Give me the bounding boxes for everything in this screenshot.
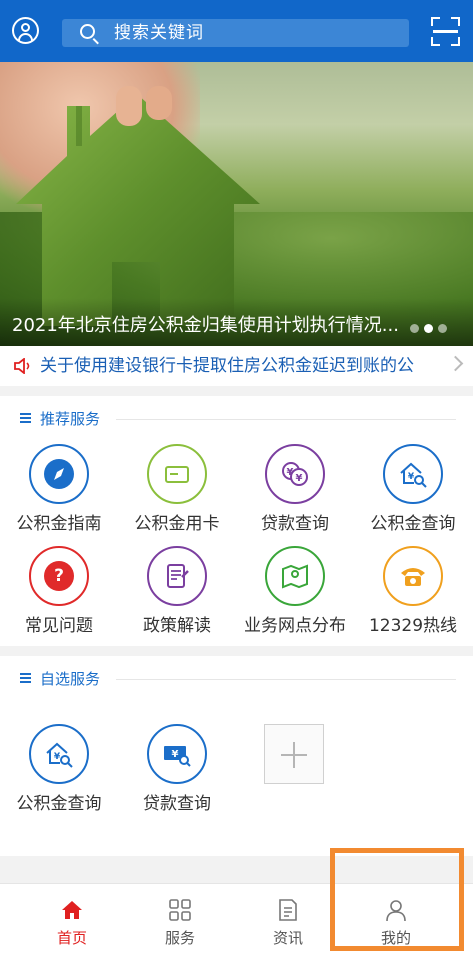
news-icon [279, 899, 297, 921]
service-label: 贷款查询 [261, 514, 329, 534]
tab-label: 服务 [164, 929, 195, 947]
scan-icon[interactable] [431, 17, 460, 46]
menu-icon [20, 413, 31, 424]
service-label: 公积金查询 [370, 514, 456, 534]
grid-icon [169, 899, 191, 921]
tab-home[interactable]: 首页 [18, 884, 126, 955]
section-title: 自选服务 [40, 670, 101, 688]
menu-icon [20, 673, 31, 684]
search-input[interactable]: 搜索关键词 [62, 19, 409, 47]
add-service-button[interactable] [264, 724, 324, 784]
banner-carousel[interactable]: 2021年北京住房公积金归集使用计划执行情况... [0, 62, 473, 346]
service-policy[interactable]: 政策解读 [118, 546, 236, 642]
compass-icon [54, 468, 64, 480]
search-icon [80, 24, 95, 39]
service-label: 业务网点分布 [244, 616, 346, 636]
service-label: 12329热线 [368, 616, 458, 636]
search-placeholder: 搜索关键词 [114, 23, 204, 43]
tab-services[interactable]: 服务 [126, 884, 234, 955]
house-search-icon: ¥ [400, 462, 427, 488]
svg-text:¥: ¥ [296, 473, 303, 484]
user-center-icon[interactable] [12, 17, 39, 44]
svg-text:¥: ¥ [54, 752, 61, 762]
service-branches[interactable]: 业务网点分布 [236, 546, 354, 642]
recommended-services: 推荐服务 公积金指南 公积金用卡 ¥ ¥ 贷款查询 ¥ 公积金查询 ? 常见问题… [0, 396, 473, 646]
service-faq[interactable]: ? 常见问题 [0, 546, 118, 642]
map-icon [282, 564, 308, 589]
custom-fund-query[interactable]: ¥ 公积金查询 [0, 724, 118, 820]
svg-text:¥: ¥ [172, 749, 179, 760]
service-hotline[interactable]: 12329热线 [354, 546, 472, 642]
service-loan-query[interactable]: ¥ ¥ 贷款查询 [236, 444, 354, 540]
document-icon [167, 564, 189, 588]
speaker-icon [14, 358, 30, 374]
tab-news[interactable]: 资讯 [234, 884, 342, 955]
service-fund-query[interactable]: ¥ 公积金查询 [354, 444, 472, 540]
svg-text:¥: ¥ [287, 467, 294, 478]
service-label: 贷款查询 [143, 794, 211, 814]
highlight-box [330, 848, 464, 951]
card-icon [165, 466, 189, 483]
notice-bar[interactable]: 关于使用建设银行卡提取住房公积金延迟到账的公 [0, 346, 473, 386]
tab-label: 资讯 [272, 929, 303, 947]
house-search-icon: ¥ [46, 742, 73, 768]
coins-icon: ¥¥ [282, 462, 308, 486]
service-label: 公积金查询 [16, 794, 102, 814]
banner-caption: 2021年北京住房公积金归集使用计划执行情况... [12, 315, 399, 336]
notice-text: 关于使用建设银行卡提取住房公积金延迟到账的公 [40, 356, 414, 376]
section-title: 推荐服务 [40, 410, 101, 428]
question-icon: ? [54, 566, 64, 586]
home-icon [62, 901, 82, 919]
service-card[interactable]: 公积金用卡 [118, 444, 236, 540]
phone-icon [401, 568, 425, 586]
tab-label: 首页 [56, 929, 87, 947]
service-label: 公积金指南 [16, 514, 102, 534]
custom-loan-query[interactable]: ¥ 贷款查询 [118, 724, 236, 820]
chevron-right-icon [447, 355, 464, 372]
money-search-icon: ¥ [164, 746, 191, 767]
service-guide[interactable]: 公积金指南 [0, 444, 118, 540]
top-bar: 搜索关键词 [0, 0, 473, 62]
service-label: 常见问题 [25, 616, 93, 636]
app-screen: 搜索关键词 2021年北京住房公积金归集使用计划执行情况... 关于使用建设银行… [0, 0, 473, 955]
service-label: 公积金用卡 [134, 514, 220, 534]
svg-text:¥: ¥ [408, 472, 415, 482]
custom-services: 自选服务 ¥ 公积金查询 ¥ 贷款查询 [0, 656, 473, 856]
service-label: 政策解读 [143, 616, 211, 636]
